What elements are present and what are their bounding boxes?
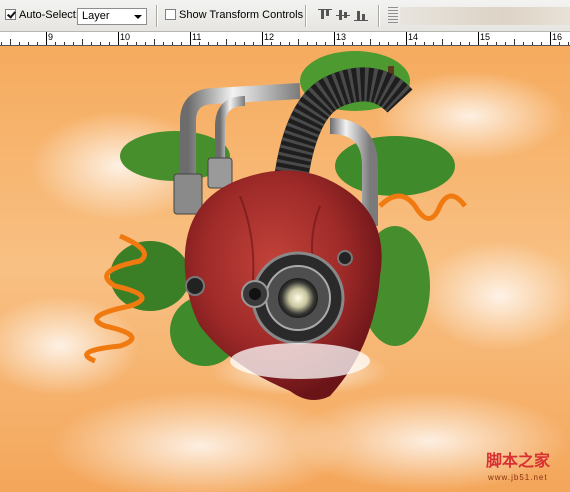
ruler-tick [217,42,218,45]
options-bar-background-strip [400,7,570,25]
ruler-tick [505,42,506,45]
ruler-tick [415,42,416,45]
ruler-tick [442,39,443,45]
ruler-tick [91,42,92,45]
ruler-label: 15 [480,32,491,42]
ruler-tick [289,42,290,45]
ruler-tick [496,42,497,45]
ruler-tick [514,39,515,45]
show-transform-controls-label[interactable]: Show Transform Controls [179,9,303,22]
ruler-tick [271,42,272,45]
ruler-tick [433,42,434,45]
ruler-tick [73,42,74,45]
ruler-tick [487,42,488,45]
ruler-tick [325,42,326,45]
ruler-tick [145,42,146,45]
ruler-tick [244,42,245,45]
ruler-tick [370,39,371,45]
ruler-tick [190,32,191,45]
auto-select-target-dropdown[interactable]: Layer [77,8,147,25]
ruler-tick [118,32,119,45]
ruler-label: 13 [336,32,347,42]
align-bottom-edges-icon[interactable] [354,9,368,21]
ruler-tick [37,42,38,45]
ruler-tick [460,42,461,45]
ruler-tick [298,39,299,45]
ruler-tick [19,42,20,45]
ruler-tick [451,42,452,45]
ruler-label: 14 [408,32,419,42]
ruler-tick [64,42,65,45]
ruler-tick [127,42,128,45]
ruler-tick [46,32,47,45]
mechanical-heart-artwork [0,46,570,492]
ruler-tick [55,42,56,45]
ruler-tick [109,42,110,45]
ruler-tick [235,42,236,45]
ruler-label: 16 [552,32,563,42]
ruler-tick [100,42,101,45]
ruler-tick [559,42,560,45]
ruler-tick [532,42,533,45]
ruler-tick [199,42,200,45]
ruler-tick [334,32,335,45]
auto-select-target-value: Layer [82,10,110,22]
ruler-tick [181,42,182,45]
ruler-tick [541,42,542,45]
ruler-tick [352,42,353,45]
ruler-tick [424,42,425,45]
ruler-tick [316,42,317,45]
ruler-tick [478,32,479,45]
horizontal-ruler[interactable]: 9 10 11 12 13 14 15 16 [0,32,570,46]
ruler-label: 10 [120,32,131,42]
ruler-tick [163,42,164,45]
watermark-url: www.jb51.net [488,473,548,482]
align-vertical-centers-icon[interactable] [336,9,350,21]
auto-select-label[interactable]: Auto-Select: [19,9,79,22]
ruler-tick [172,42,173,45]
ruler-tick [208,42,209,45]
watermark-logo-text: 脚本之家 [486,451,551,470]
ruler-tick [568,42,569,45]
ruler-tick [523,42,524,45]
ruler-tick [82,39,83,45]
ruler-tick [10,39,11,45]
ruler-label: 11 [192,32,202,42]
ruler-tick [307,42,308,45]
ruler-tick [406,32,407,45]
ruler-tick [397,42,398,45]
ruler-label: 9 [48,32,54,42]
ruler-tick [262,32,263,45]
ruler-tick [154,39,155,45]
toolbar-separator [156,5,158,27]
align-top-edges-icon[interactable] [318,9,332,21]
ruler-tick [226,39,227,45]
ruler-tick [28,42,29,45]
ruler-tick [343,42,344,45]
show-transform-controls-checkbox[interactable] [165,9,176,20]
chevron-down-icon [134,15,142,19]
ruler-tick [469,42,470,45]
ruler-tick [379,42,380,45]
ruler-tick [1,42,2,45]
document-canvas[interactable] [0,46,570,492]
ruler-tick [550,32,551,45]
ruler-tick [280,42,281,45]
toolbar-separator [378,5,380,27]
panel-grip-handle[interactable] [388,7,398,25]
ruler-tick [388,42,389,45]
ruler-label: 12 [264,32,275,42]
ruler-tick [136,42,137,45]
options-bar: Auto-Select: Layer Show Transform Contro… [0,0,570,32]
ruler-tick [253,42,254,45]
toolbar-separator [305,5,307,27]
ruler-tick [361,42,362,45]
auto-select-checkbox[interactable] [5,9,16,20]
